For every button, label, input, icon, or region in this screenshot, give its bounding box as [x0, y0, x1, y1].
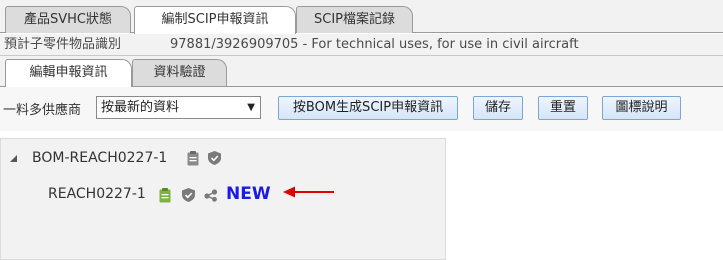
- top-tab-bar: 產品SVHC狀態 編制SCIP申報資訊 SCIP檔案記錄: [0, 0, 723, 34]
- chevron-down-icon: ▼: [247, 102, 255, 113]
- tab-scip-file-records[interactable]: SCIP檔案記錄: [296, 6, 413, 33]
- tab-product-svhc-status[interactable]: 產品SVHC狀態: [5, 6, 131, 33]
- sub-tab-bar: 編輯申報資訊 資料驗證: [0, 56, 723, 87]
- identification-label: 預計子零件物品識別: [4, 37, 122, 52]
- supplier-label: 一料多供應商: [3, 103, 82, 118]
- toolbar: 一料多供應商 按最新的資料 ▼ 按BOM生成SCIP申報資訊 儲存 重置 圖標說…: [0, 87, 723, 131]
- shield-icon[interactable]: [208, 151, 221, 165]
- save-button[interactable]: 儲存: [473, 96, 523, 120]
- bom-tree-panel: BOM-REACH0227-1 REACH0227-1 NEW: [0, 138, 446, 260]
- new-badge: NEW: [226, 184, 271, 204]
- supplier-select-value: 按最新的資料: [101, 100, 180, 115]
- identification-value: 97881/3926909705 - For technical uses, f…: [170, 37, 579, 52]
- expand-triangle-icon[interactable]: [10, 155, 19, 164]
- tree-child-label[interactable]: REACH0227-1: [48, 186, 146, 202]
- generate-scip-button[interactable]: 按BOM生成SCIP申報資訊: [278, 96, 458, 120]
- clipboard-icon[interactable]: [187, 151, 199, 166]
- tree-root-label[interactable]: BOM-REACH0227-1: [32, 150, 167, 166]
- reset-button[interactable]: 重置: [538, 96, 588, 120]
- tab-edit-declaration[interactable]: 編輯申報資訊: [5, 59, 132, 87]
- legend-button[interactable]: 圖標說明: [602, 96, 681, 120]
- supplier-select[interactable]: 按最新的資料 ▼: [96, 96, 261, 119]
- tab-compile-scip-info[interactable]: 編制SCIP申報資訊: [134, 6, 296, 34]
- red-arrow-icon: [283, 186, 334, 198]
- clipboard-icon[interactable]: [159, 188, 171, 203]
- detail-panel: [446, 138, 723, 260]
- identification-row: 預計子零件物品識別 97881/3926909705 - For technic…: [0, 34, 723, 56]
- tab-data-validation[interactable]: 資料驗證: [132, 59, 227, 86]
- share-icon[interactable]: [204, 189, 218, 202]
- shield-icon[interactable]: [182, 188, 195, 202]
